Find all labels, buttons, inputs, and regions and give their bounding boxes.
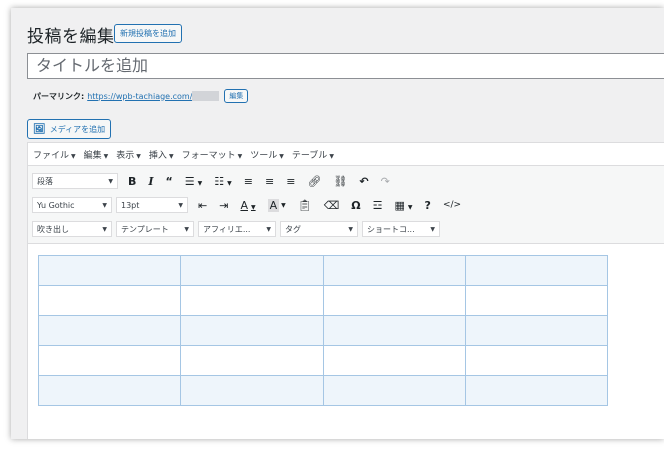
chevron-down-icon: ▼: [71, 152, 76, 160]
chevron-down-icon: ▼: [102, 225, 107, 233]
chevron-down-icon: ▼: [329, 152, 334, 160]
chevron-down-icon: ▼: [178, 201, 183, 209]
code-icon[interactable]: </>: [443, 200, 461, 210]
chevron-down-icon[interactable]: ▼: [281, 202, 286, 209]
table-cell[interactable]: [37, 345, 182, 376]
media-icon: 🖼︎: [33, 123, 46, 135]
outdent-icon[interactable]: ⇤: [198, 199, 207, 212]
blockquote-icon[interactable]: “: [166, 175, 173, 188]
permalink: パーマリンク: https://wpb-tachiage.com/ 編集: [33, 89, 249, 103]
table-cell[interactable]: [322, 345, 466, 376]
table-cell[interactable]: [322, 255, 466, 286]
affiliate-select[interactable]: アフィリエ... ▼: [198, 221, 276, 237]
chevron-down-icon: ▼: [266, 225, 271, 233]
permalink-url[interactable]: https://wpb-tachiage.com/: [87, 92, 192, 101]
undo-icon[interactable]: ↶: [359, 175, 368, 188]
table-cell[interactable]: [180, 255, 324, 286]
link-icon[interactable]: 🔗︎: [307, 175, 321, 188]
text-color-icon[interactable]: A ▼: [240, 199, 255, 212]
table-cell[interactable]: [322, 315, 466, 346]
help-icon[interactable]: ?: [425, 199, 431, 212]
template-select[interactable]: テンプレート ▼: [116, 221, 194, 237]
format-select[interactable]: 段落 ▼: [32, 173, 118, 189]
add-media-label: メディアを追加: [49, 124, 106, 134]
chevron-down-icon: ▼: [168, 152, 174, 160]
unlink-icon[interactable]: ⛓︎: [333, 175, 347, 188]
menu-view[interactable]: 表示 ▼: [116, 148, 141, 161]
chevron-down-icon: ▼: [279, 152, 284, 160]
align-right-icon[interactable]: ≡: [286, 175, 295, 188]
italic-icon[interactable]: I: [148, 175, 153, 188]
table-row: [37, 255, 609, 286]
permalink-edit-button[interactable]: 編集: [224, 89, 249, 103]
chevron-down-icon: ▼: [103, 152, 109, 160]
background-color-icon[interactable]: A: [267, 198, 280, 212]
chevron-down-icon: ▼: [430, 225, 435, 233]
menu-format[interactable]: フォーマット ▼: [182, 148, 243, 161]
font-size-select[interactable]: 13pt ▼: [116, 197, 188, 213]
align-center-icon[interactable]: ≡: [265, 175, 274, 188]
chevron-down-icon: ▼: [237, 152, 243, 160]
menu-insert[interactable]: 挿入 ▼: [149, 148, 174, 161]
table-cell[interactable]: [464, 315, 609, 346]
table-cell[interactable]: [37, 315, 182, 346]
table-row: [37, 345, 609, 376]
toolbar-row-1: 段落 ▼ B I “ ☰ ▼ ☷ ▼ ≡ ≡ ≡ 🔗︎ ⛓︎ ↶ ↷: [32, 169, 664, 193]
font-family-select[interactable]: Yu Gothic ▼: [32, 197, 112, 213]
page-title: 投稿を編集: [27, 27, 115, 47]
editor-content[interactable]: [28, 244, 664, 432]
permalink-label: パーマリンク:: [33, 91, 85, 101]
post-title-input[interactable]: タイトルを追加: [27, 53, 664, 79]
editor-menubar: ファイル ▼ 編集 ▼ 表示 ▼ 挿入 ▼ フォーマット ▼ ツール ▼ テーブル ▼: [28, 143, 664, 166]
indent-icon[interactable]: ⇥: [219, 199, 228, 212]
horizontal-rule-icon[interactable]: ☲: [373, 199, 383, 212]
table-row: [37, 315, 609, 346]
table-cell[interactable]: [180, 375, 324, 406]
table-cell[interactable]: [464, 255, 609, 286]
table-row: [37, 375, 609, 406]
clear-format-icon[interactable]: ⌫: [324, 199, 340, 212]
table-cell[interactable]: [322, 375, 466, 406]
menu-file[interactable]: ファイル ▼: [33, 148, 76, 161]
paste-text-icon[interactable]: 📋︎: [298, 199, 312, 212]
permalink-slug-redacted: [192, 91, 220, 101]
table-icon[interactable]: ▦ ▼: [395, 199, 413, 212]
chevron-down-icon: ▼: [348, 225, 353, 233]
align-left-icon[interactable]: ≡: [244, 175, 253, 188]
toolbar-row-2: Yu Gothic ▼ 13pt ▼ ⇤ ⇥ A ▼ A ▼ 📋︎ ⌫ Ω ☲ ▦ ▼ ?…: [32, 193, 664, 217]
add-media-button[interactable]: 🖼︎ メディアを追加: [27, 119, 112, 139]
menu-edit[interactable]: 編集 ▼: [84, 148, 109, 161]
menu-tools[interactable]: ツール ▼: [250, 148, 284, 161]
table-cell[interactable]: [180, 315, 324, 346]
redo-icon[interactable]: ↷: [381, 175, 390, 188]
table-cell[interactable]: [37, 285, 182, 316]
table-cell[interactable]: [464, 345, 609, 376]
tag-select[interactable]: タグ ▼: [280, 221, 358, 237]
fukidashi-select[interactable]: 吹き出し ▼: [32, 221, 112, 237]
table-cell[interactable]: [464, 285, 609, 316]
tinymce-editor: ファイル ▼ 編集 ▼ 表示 ▼ 挿入 ▼ フォーマット ▼ ツール ▼ テーブル ▼ 段落 ▼…: [27, 142, 664, 439]
shortcode-select[interactable]: ショートコ... ▼: [362, 221, 440, 237]
table-cell[interactable]: [464, 375, 609, 406]
table-cell[interactable]: [322, 285, 466, 316]
table-cell[interactable]: [180, 285, 324, 316]
chevron-down-icon: ▼: [184, 225, 189, 233]
chevron-down-icon: ▼: [136, 152, 141, 160]
content-table[interactable]: [37, 255, 609, 406]
chevron-down-icon: ▼: [108, 177, 113, 185]
toolbar-row-3: 吹き出し ▼ テンプレート ▼ アフィリエ... ▼ タグ ▼ ショートコ... ▼: [32, 217, 664, 241]
table-cell[interactable]: [180, 345, 324, 376]
bullet-list-icon[interactable]: ☰ ▼: [185, 175, 203, 188]
numbered-list-icon[interactable]: ☷ ▼: [214, 175, 232, 188]
special-char-icon[interactable]: Ω: [351, 199, 360, 212]
editor-screen: 投稿を編集 新規投稿を追加 タイトルを追加 パーマリンク: https://wp…: [11, 8, 664, 439]
editor-toolbars: 段落 ▼ B I “ ☰ ▼ ☷ ▼ ≡ ≡ ≡ 🔗︎ ⛓︎ ↶ ↷ Yu Gothi…: [28, 166, 664, 244]
add-new-post-button[interactable]: 新規投稿を追加: [114, 24, 182, 43]
table-cell[interactable]: [37, 375, 182, 406]
table-cell[interactable]: [37, 255, 182, 286]
menu-table[interactable]: テーブル ▼: [292, 148, 334, 161]
bold-icon[interactable]: B: [128, 175, 136, 188]
chevron-down-icon: ▼: [102, 201, 107, 209]
table-row: [37, 285, 609, 316]
